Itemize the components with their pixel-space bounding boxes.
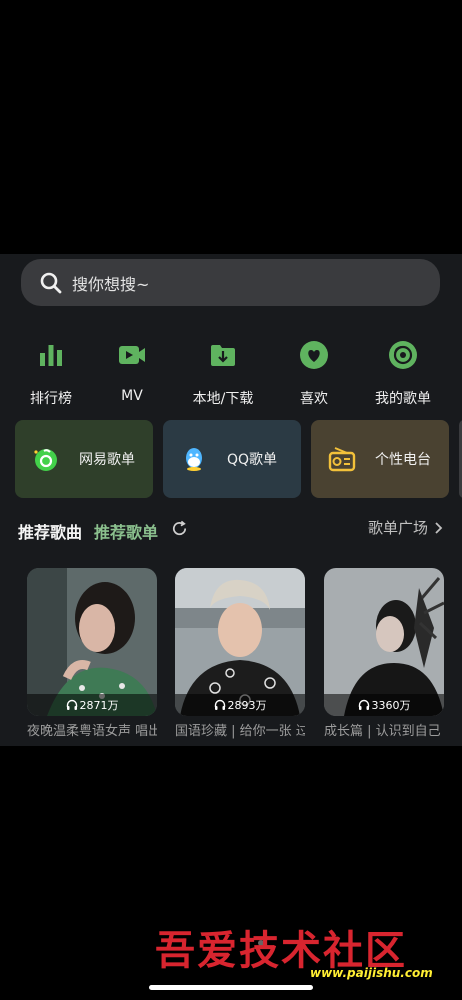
qq-icon: [186, 448, 202, 471]
playlist-title: 夜晚温柔粤语女声 唱出港放下明心事: [27, 724, 157, 739]
heart-icon: [300, 341, 328, 369]
home-indicator[interactable]: [149, 985, 313, 990]
card-label: 网易歌单: [79, 452, 135, 468]
tab-recommended-playlists[interactable]: 推荐歌单: [94, 519, 158, 543]
headphones-icon: [358, 699, 369, 710]
playlist-card[interactable]: 2893万 国语珍藏 | 给你一张 过去的CD: [175, 568, 305, 746]
music-app-panel: 搜你想搜~ 排行榜 MV 本地/下载 喜欢 我的歌单 网易歌单 QQ歌单 个性电…: [0, 254, 462, 746]
headphones-icon: [66, 699, 77, 710]
refresh-icon[interactable]: [170, 519, 189, 538]
playlist-cover: 2871万: [27, 568, 157, 716]
play-count: 2871万: [27, 694, 157, 716]
nav-item-favorites[interactable]: 喜欢: [270, 336, 358, 408]
playlist-square-link[interactable]: 歌单广场: [368, 517, 444, 538]
playlist-title: 国语珍藏 | 给你一张 过去的CD: [175, 724, 305, 739]
quick-nav: 排行榜 MV 本地/下载 喜欢 我的歌单: [0, 336, 462, 408]
card-label: 个性电台: [375, 452, 431, 468]
playlist-row: 2871万 夜晚温柔粤语女声 唱出港放下明心事: [0, 568, 462, 746]
nav-item-mv[interactable]: MV: [88, 336, 176, 404]
search-placeholder: 搜你想搜~: [72, 274, 150, 294]
netease-icon: [34, 449, 57, 471]
tab-recommended-songs[interactable]: 推荐歌曲: [18, 519, 82, 543]
card-personal-radio[interactable]: 个性电台: [311, 420, 449, 498]
radio-icon: [328, 447, 356, 472]
chevron-right-icon: [435, 521, 443, 534]
nav-label: 排行榜: [30, 391, 72, 407]
playlist-card[interactable]: 3360万 成长篇 | 认识到自己 的平凡，并且接受: [324, 568, 444, 746]
nav-label: MV: [121, 388, 143, 404]
playlist-title: 成长篇 | 认识到自己 的平凡，并且接受: [324, 724, 444, 739]
nav-label: 本地/下载: [192, 391, 254, 407]
play-count-value: 2871万: [79, 699, 119, 712]
download-folder-icon: [211, 345, 235, 366]
source-cards: 网易歌单 QQ歌单 个性电台: [0, 420, 462, 498]
headphones-icon: [214, 699, 225, 710]
play-count-value: 3360万: [371, 699, 411, 712]
watermark-url: www.paijishu.com: [310, 966, 433, 980]
play-count: 2893万: [175, 694, 305, 716]
watermark: 吾爱技术社区 www.paijishu.com: [155, 918, 455, 993]
bar-chart-icon: [40, 345, 62, 366]
search-input[interactable]: 搜你想搜~: [21, 259, 440, 306]
nav-item-my-playlists[interactable]: 我的歌单: [359, 336, 447, 408]
card-netease-playlists[interactable]: 网易歌单: [15, 420, 153, 498]
search-icon: [40, 272, 62, 293]
nav-label: 我的歌单: [375, 391, 431, 407]
playlist-cover: 3360万: [324, 568, 444, 716]
recommend-section-header: 推荐歌曲 推荐歌单 歌单广场: [0, 516, 462, 546]
card-qq-playlists[interactable]: QQ歌单: [163, 420, 301, 498]
playlist-square-label: 歌单广场: [367, 519, 428, 537]
nav-item-local-download[interactable]: 本地/下载: [179, 336, 267, 408]
play-count-value: 2893万: [227, 699, 267, 712]
play-count: 3360万: [324, 694, 444, 716]
playlist-card[interactable]: 2871万 夜晚温柔粤语女声 唱出港放下明心事: [27, 568, 157, 746]
video-icon: [119, 346, 145, 364]
disc-icon: [389, 341, 417, 369]
nav-label: 喜欢: [300, 391, 328, 407]
card-label: QQ歌单: [227, 452, 278, 468]
playlist-cover: 2893万: [175, 568, 305, 716]
nav-item-ranking[interactable]: 排行榜: [7, 336, 95, 408]
